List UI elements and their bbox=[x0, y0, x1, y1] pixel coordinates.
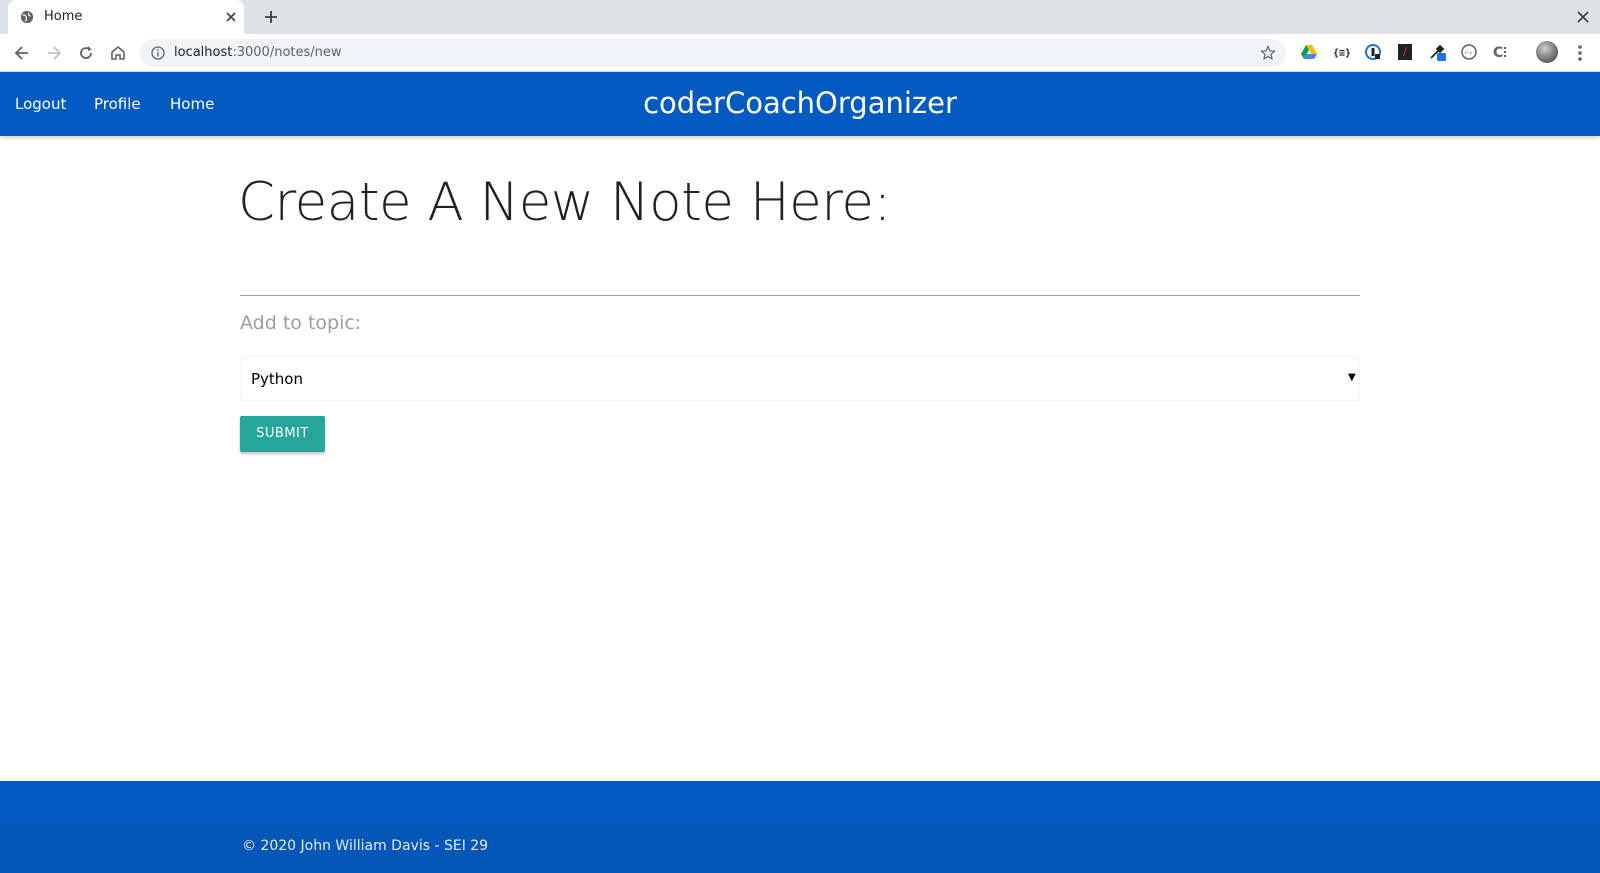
forward-arrow-icon[interactable] bbox=[44, 43, 64, 63]
google-drive-icon[interactable] bbox=[1300, 43, 1318, 61]
browser-tabstrip: Home bbox=[0, 0, 1600, 34]
back-arrow-icon[interactable] bbox=[12, 43, 32, 63]
tab-title: Home bbox=[44, 9, 83, 24]
footer-copyright-bar: © 2020 John William Davis - SEI 29 bbox=[0, 821, 1600, 873]
info-icon[interactable] bbox=[151, 46, 165, 60]
topic-selected-value: Python bbox=[251, 370, 303, 388]
url-path: :3000/notes/new bbox=[232, 45, 342, 60]
home-icon[interactable] bbox=[108, 43, 128, 63]
site-navbar: Logout Profile Home coderCoachOrganizer bbox=[0, 72, 1600, 136]
browser-toolbar: localhost:3000/notes/new {≡} ‹·› C bbox=[0, 34, 1600, 72]
globe-icon bbox=[20, 10, 34, 24]
browser-tab[interactable]: Home bbox=[8, 0, 244, 34]
address-bar[interactable]: localhost:3000/notes/new bbox=[140, 39, 1286, 67]
more-vert-icon[interactable] bbox=[1572, 43, 1588, 63]
topic-select[interactable]: Python ▼ bbox=[240, 356, 1360, 401]
note-text-input[interactable] bbox=[240, 250, 1360, 296]
page-title: Create A New Note Here: bbox=[238, 172, 891, 233]
json-viewer-icon[interactable]: {≡} bbox=[1332, 43, 1350, 61]
close-icon[interactable] bbox=[224, 10, 238, 24]
page-viewport: Logout Profile Home coderCoachOrganizer … bbox=[0, 72, 1600, 873]
address-url: localhost:3000/notes/new bbox=[174, 45, 342, 60]
bookmark-star-icon[interactable] bbox=[1260, 45, 1276, 61]
footer-copyright-text: © 2020 John William Davis - SEI 29 bbox=[242, 838, 489, 854]
new-tab-icon[interactable] bbox=[262, 8, 280, 26]
password-manager-icon[interactable] bbox=[1364, 43, 1382, 61]
css-peeper-icon[interactable]: C bbox=[1492, 43, 1510, 61]
color-picker-icon[interactable] bbox=[1428, 43, 1446, 61]
submit-button[interactable]: SUBMIT bbox=[240, 416, 325, 452]
site-footer: © 2020 John William Davis - SEI 29 bbox=[0, 781, 1600, 873]
reload-icon[interactable] bbox=[76, 43, 96, 63]
pdf-extension-icon[interactable] bbox=[1396, 43, 1414, 61]
profile-avatar[interactable] bbox=[1536, 41, 1558, 63]
site-brand[interactable]: coderCoachOrganizer bbox=[0, 86, 1600, 120]
svg-text:C: C bbox=[1493, 45, 1503, 61]
svg-text:‹·›: ‹·› bbox=[1465, 49, 1473, 57]
url-host: localhost bbox=[174, 45, 233, 60]
topic-label: Add to topic: bbox=[240, 312, 362, 334]
dropdown-caret-icon: ▼ bbox=[1348, 372, 1356, 383]
wappalyzer-icon[interactable]: ‹·› bbox=[1460, 43, 1478, 61]
svg-text:{≡}: {≡} bbox=[1333, 48, 1350, 59]
window-close-icon[interactable] bbox=[1576, 10, 1590, 24]
